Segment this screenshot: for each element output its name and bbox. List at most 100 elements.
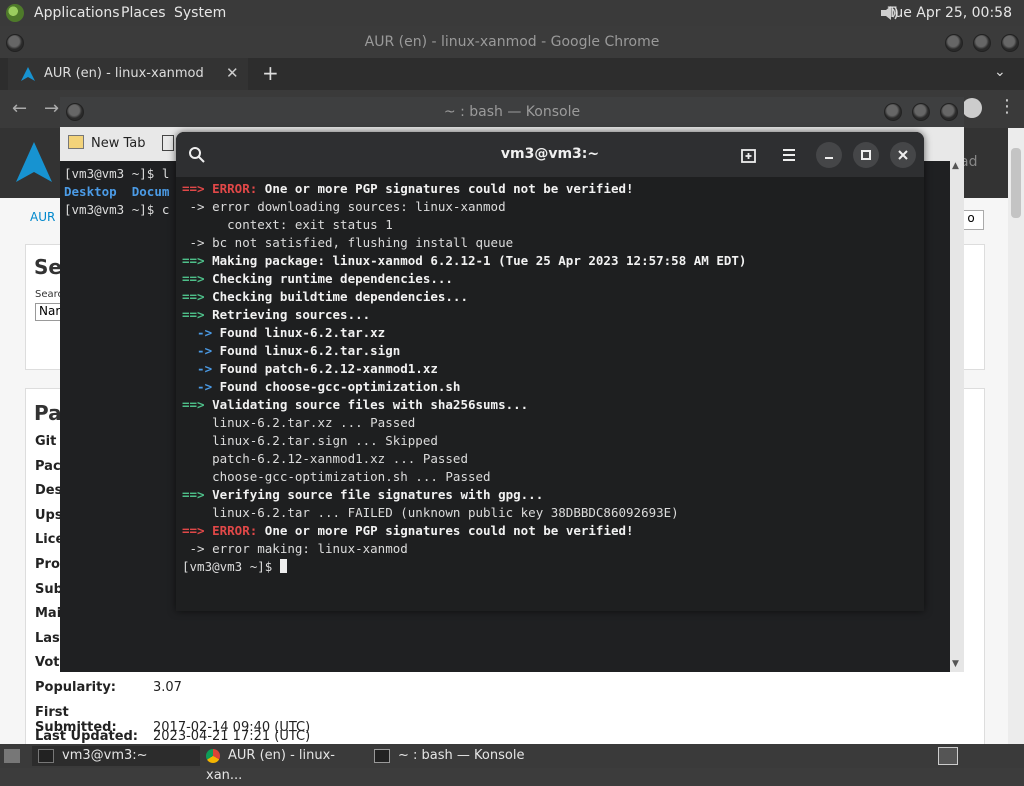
arch-logo-icon[interactable] bbox=[14, 140, 54, 184]
terminal-text: -> bbox=[182, 379, 213, 394]
konsole-window-title: ~ : bash — Konsole bbox=[443, 104, 581, 120]
terminal-line: ==> Checking buildtime dependencies... bbox=[182, 288, 918, 306]
terminal-text: One or more PGP signatures could not be … bbox=[257, 523, 634, 538]
terminal-output[interactable]: ==> ERROR: One or more PGP signatures co… bbox=[182, 180, 918, 608]
terminal-text: ==> ERROR: bbox=[182, 181, 258, 196]
terminal-title: vm3@vm3:~ bbox=[500, 146, 600, 162]
terminal-text: context: exit status 1 bbox=[182, 217, 393, 232]
terminal-text: Found choose-gcc-optimization.sh bbox=[212, 379, 461, 394]
breadcrumb[interactable]: AUR bbox=[30, 210, 55, 224]
new-tab-icon[interactable]: + bbox=[262, 61, 279, 85]
distro-logo-icon[interactable] bbox=[6, 4, 24, 22]
terminal-text: -> bbox=[182, 343, 213, 358]
terminal-line: linux-6.2.tar.xz ... Passed bbox=[182, 414, 918, 432]
terminal-text: ==> bbox=[182, 307, 205, 322]
terminal-text: Validating source files with sha256sums.… bbox=[204, 397, 529, 412]
terminal-line: -> Found choose-gcc-optimization.sh bbox=[182, 378, 918, 396]
chrome-tab-title: AUR (en) - linux-xanmod bbox=[44, 66, 204, 81]
terminal-text: [vm3@vm3 ~]$ bbox=[182, 559, 280, 574]
terminal-line: choose-gcc-optimization.sh ... Passed bbox=[182, 468, 918, 486]
terminal-headerbar[interactable]: vm3@vm3:~ bbox=[176, 132, 924, 177]
close-button[interactable] bbox=[890, 142, 916, 168]
search-label: Searc bbox=[35, 289, 64, 300]
chrome-window-title: AUR (en) - linux-xanmod - Google Chrome bbox=[364, 34, 660, 50]
terminal-line: linux-6.2.tar ... FAILED (unknown public… bbox=[182, 504, 918, 522]
hamburger-menu-icon[interactable] bbox=[780, 146, 798, 164]
konsole-titlebar[interactable]: ~ : bash — Konsole bbox=[60, 97, 964, 127]
konsole-icon bbox=[374, 748, 390, 763]
applications-menu[interactable]: Applications bbox=[34, 5, 120, 21]
terminal-text: -> error downloading sources: linux-xanm… bbox=[182, 199, 506, 214]
scroll-up-icon[interactable]: ▲ bbox=[952, 161, 959, 171]
window-menu-icon[interactable] bbox=[66, 103, 84, 121]
maximize-icon[interactable] bbox=[912, 103, 930, 121]
search-heading: Se bbox=[34, 255, 62, 279]
konsole-line: Desktop Docum bbox=[64, 184, 170, 199]
package-heading: Pa bbox=[34, 401, 62, 425]
terminal-text: Verifying source file signatures with gp… bbox=[204, 487, 544, 502]
terminal-line: -> Found patch-6.2.12-xanmod1.xz bbox=[182, 360, 918, 378]
terminal-line: -> error downloading sources: linux-xanm… bbox=[182, 198, 918, 216]
workspace-switcher-icon[interactable] bbox=[938, 747, 958, 765]
package-info-value: 3.07 bbox=[153, 680, 182, 695]
split-view-icon[interactable] bbox=[162, 135, 174, 151]
konsole-line: [vm3@vm3 ~]$ c bbox=[64, 202, 170, 217]
page-scrollbar[interactable] bbox=[1008, 128, 1024, 744]
terminal-text: ==> bbox=[182, 487, 205, 502]
terminal-text: -> bbox=[182, 325, 213, 340]
profile-avatar-icon[interactable] bbox=[962, 98, 982, 118]
terminal-text: -> bc not satisfied, flushing install qu… bbox=[182, 235, 514, 250]
places-menu[interactable]: Places bbox=[121, 5, 166, 21]
terminal-icon bbox=[38, 748, 54, 763]
close-icon[interactable] bbox=[940, 103, 958, 121]
scroll-down-icon[interactable]: ▼ bbox=[952, 659, 959, 669]
clock[interactable]: Tue Apr 25, 00:58 bbox=[888, 5, 1012, 21]
terminal-line: ==> ERROR: One or more PGP signatures co… bbox=[182, 180, 918, 198]
terminal-text: linux-6.2.tar ... FAILED (unknown public… bbox=[182, 505, 679, 520]
page-scrollbar-thumb[interactable] bbox=[1011, 148, 1021, 218]
forward-icon[interactable]: → bbox=[44, 98, 59, 119]
close-icon[interactable] bbox=[1001, 34, 1019, 52]
terminal-window: vm3@vm3:~ ==> ERROR: One or more PGP sig… bbox=[176, 132, 924, 611]
konsole-new-tab-button[interactable]: New Tab bbox=[64, 131, 174, 157]
system-menu[interactable]: System bbox=[174, 5, 226, 21]
minimize-icon bbox=[825, 157, 833, 159]
chrome-titlebar[interactable]: AUR (en) - linux-xanmod - Google Chrome bbox=[0, 26, 1024, 58]
package-info-row: Popularity: 3.07 bbox=[35, 680, 182, 695]
konsole-scrollbar[interactable]: ▲ ▼ bbox=[950, 161, 964, 672]
terminal-line: -> Found linux-6.2.tar.sign bbox=[182, 342, 918, 360]
terminal-line: context: exit status 1 bbox=[182, 216, 918, 234]
taskbar-item-terminal[interactable]: vm3@vm3:~ bbox=[32, 746, 200, 766]
chrome-tabstrip: AUR (en) - linux-xanmod ✕ + ⌄ bbox=[0, 58, 1024, 90]
terminal-text: Found patch-6.2.12-xanmod1.xz bbox=[212, 361, 438, 376]
minimize-button[interactable] bbox=[816, 142, 842, 168]
terminal-line: ==> Validating source files with sha256s… bbox=[182, 396, 918, 414]
terminal-text: -> bbox=[182, 361, 213, 376]
package-info-value: 2023-04-21 17:21 (UTC) bbox=[153, 729, 311, 745]
minimize-icon[interactable] bbox=[884, 103, 902, 121]
maximize-icon[interactable] bbox=[973, 34, 991, 52]
show-desktop-icon[interactable] bbox=[4, 749, 20, 763]
tab-close-icon[interactable]: ✕ bbox=[226, 64, 239, 82]
terminal-text: ==> bbox=[182, 289, 205, 304]
terminal-text: linux-6.2.tar.xz ... Passed bbox=[182, 415, 416, 430]
terminal-line: patch-6.2.12-xanmod1.xz ... Passed bbox=[182, 450, 918, 468]
taskbar-item-chrome[interactable]: AUR (en) - linux-xan... bbox=[206, 746, 366, 783]
chrome-menu-icon[interactable]: ⋮ bbox=[998, 96, 1016, 117]
terminal-text: Found linux-6.2.tar.sign bbox=[212, 343, 401, 358]
maximize-button[interactable] bbox=[853, 142, 879, 168]
back-icon[interactable]: ← bbox=[12, 98, 27, 119]
terminal-line: -> Found linux-6.2.tar.xz bbox=[182, 324, 918, 342]
package-info-label: Last Updated: bbox=[35, 729, 139, 745]
terminal-line: ==> Retrieving sources... bbox=[182, 306, 918, 324]
maximize-icon bbox=[861, 150, 871, 160]
terminal-scrollbar[interactable] bbox=[914, 180, 918, 600]
chrome-tab[interactable]: AUR (en) - linux-xanmod ✕ bbox=[8, 58, 248, 90]
taskbar-item-konsole[interactable]: ~ : bash — Konsole bbox=[374, 746, 554, 766]
package-info-label: Popularity: bbox=[35, 680, 117, 695]
window-menu-icon[interactable] bbox=[6, 34, 24, 52]
minimize-icon[interactable] bbox=[945, 34, 963, 52]
terminal-text: ==> bbox=[182, 271, 205, 286]
new-tab-icon[interactable] bbox=[740, 146, 758, 164]
chevron-down-icon[interactable]: ⌄ bbox=[994, 64, 1006, 80]
